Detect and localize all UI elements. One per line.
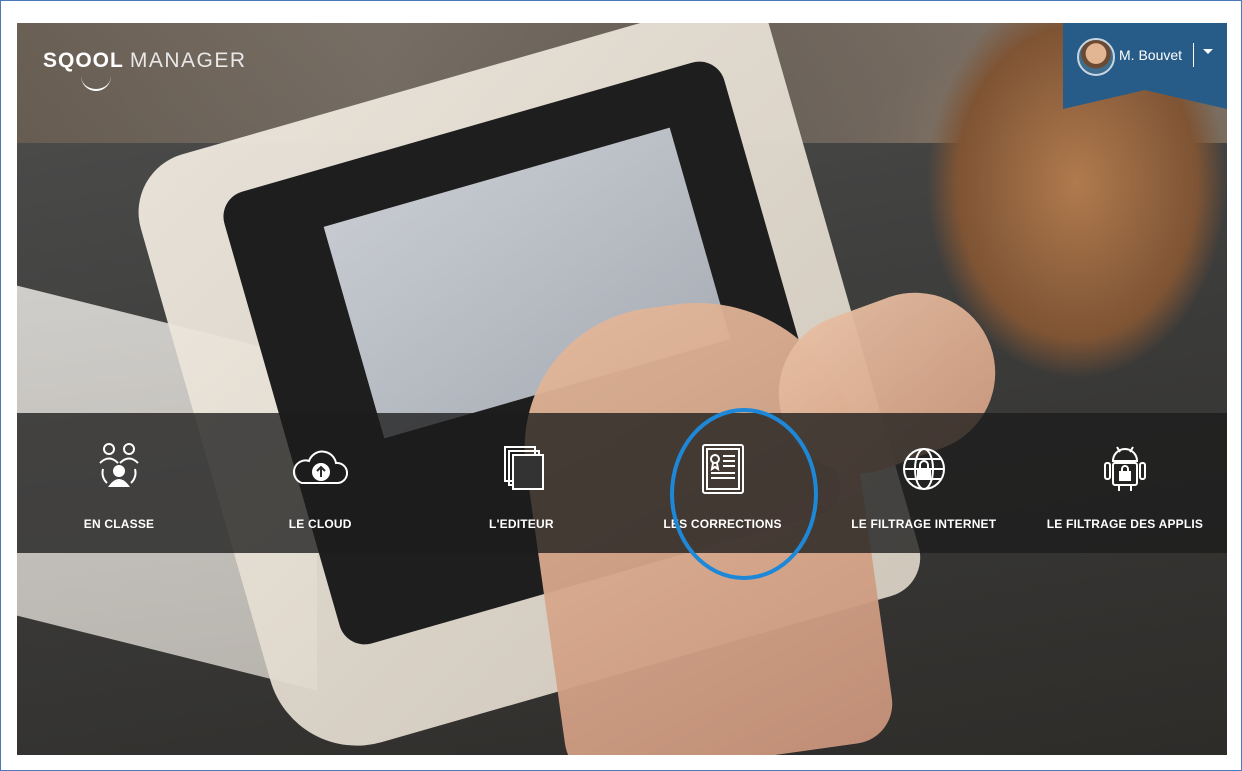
menu-item-editeur[interactable]: L'EDITEUR <box>421 413 621 553</box>
certificate-document-icon <box>701 444 744 494</box>
menu-label: LE FILTRAGE INTERNET <box>851 517 997 531</box>
user-menu-divider <box>1193 43 1194 67</box>
cloud-upload-icon <box>293 450 349 484</box>
globe-lock-icon <box>902 448 945 490</box>
page-frame: SQOOL MANAGER M. Bouvet EN CLASSE LE CLO… <box>0 0 1242 771</box>
menu-label: LE FILTRAGE DES APPLIS <box>1046 517 1204 531</box>
user-name[interactable]: M. Bouvet <box>1119 47 1182 63</box>
logo-sub-text: MANAGER <box>129 49 247 72</box>
feature-menu-bar: EN CLASSE LE CLOUD L'EDITEUR LES CORRECT… <box>17 413 1227 553</box>
hero-image: SQOOL MANAGER M. Bouvet EN CLASSE LE CLO… <box>17 23 1227 755</box>
avatar[interactable] <box>1077 38 1115 76</box>
menu-label: LE CLOUD <box>288 517 352 531</box>
logo-main-text: SQOOL <box>43 49 124 72</box>
menu-item-le-cloud[interactable]: LE CLOUD <box>220 413 420 553</box>
menu-item-les-corrections[interactable]: LES CORRECTIONS <box>623 413 823 553</box>
menu-label: EN CLASSE <box>83 517 155 531</box>
caret-down-icon[interactable] <box>1203 49 1213 54</box>
app-logo[interactable]: SQOOL MANAGER <box>43 49 247 91</box>
android-lock-icon <box>1103 446 1146 491</box>
stacked-pages-icon <box>504 446 545 490</box>
menu-item-en-classe[interactable]: EN CLASSE <box>19 413 219 553</box>
users-class-icon <box>99 443 139 487</box>
menu-label: L'EDITEUR <box>489 517 554 531</box>
menu-item-filtrage-internet[interactable]: LE FILTRAGE INTERNET <box>824 413 1024 553</box>
menu-item-filtrage-applis[interactable]: LE FILTRAGE DES APPLIS <box>1025 413 1225 553</box>
menu-label: LES CORRECTIONS <box>663 517 782 531</box>
